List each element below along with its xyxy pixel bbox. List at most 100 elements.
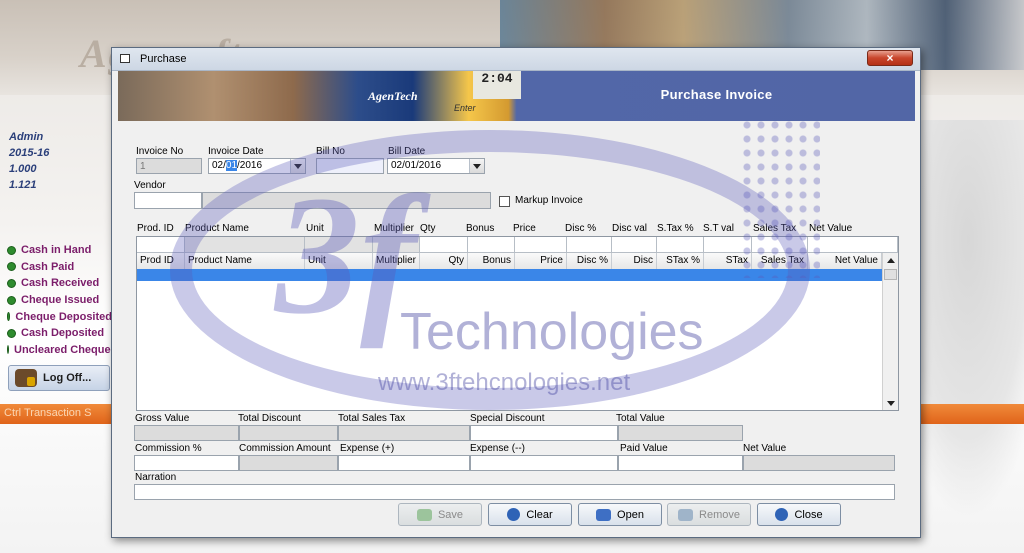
bullet-icon xyxy=(7,345,9,355)
expense-plus-field[interactable] xyxy=(338,455,470,471)
invoice-date-month-selected: 01 xyxy=(225,160,238,171)
narration-label: Narration xyxy=(135,472,177,483)
bullet-icon xyxy=(7,262,16,272)
entry-disc-val[interactable] xyxy=(612,237,657,253)
banner-clock: 2:04 xyxy=(473,71,521,99)
grid-col-header[interactable]: Sales Tax xyxy=(752,253,808,269)
bill-date-picker[interactable]: 02/01/2016 xyxy=(387,158,485,174)
entry-header: S.Tax % xyxy=(657,223,694,234)
entry-header: Unit xyxy=(306,223,324,234)
entry-prod-id[interactable] xyxy=(137,237,185,253)
entry-qty[interactable] xyxy=(420,237,468,253)
grid-col-header[interactable]: Multiplier xyxy=(373,253,420,269)
bill-no-label: Bill No xyxy=(316,146,345,157)
window-title: Purchase xyxy=(140,53,187,65)
entry-header: Bonus xyxy=(466,223,495,234)
grid-col-header[interactable]: Qty xyxy=(420,253,468,269)
grid-col-header[interactable]: Prod ID xyxy=(137,253,185,269)
special-discount-label: Special Discount xyxy=(470,413,545,424)
menu-uncleared-cheques[interactable]: Uncleared Cheques xyxy=(7,342,112,359)
entry-stax-pct[interactable] xyxy=(657,237,704,253)
entry-stax-val[interactable] xyxy=(704,237,752,253)
window-titlebar[interactable]: Purchase × xyxy=(112,48,920,71)
expense-minus-field[interactable] xyxy=(470,455,618,471)
clear-icon xyxy=(507,508,521,521)
grid-col-header[interactable]: Disc xyxy=(612,253,657,269)
grid-col-header[interactable]: Product Name xyxy=(185,253,305,269)
entry-bonus[interactable] xyxy=(468,237,515,253)
special-discount-field[interactable] xyxy=(470,425,618,441)
gross-value-label: Gross Value xyxy=(135,413,190,424)
purchase-window: Purchase × AgenTech 2:04 Enter Purchase … xyxy=(111,47,921,538)
entry-header: Price xyxy=(513,223,536,234)
total-sales-tax-field xyxy=(338,425,470,441)
scroll-thumb[interactable] xyxy=(884,269,897,280)
grid-vertical-scrollbar[interactable] xyxy=(882,253,898,410)
invoice-no-field[interactable]: 1 xyxy=(136,158,202,174)
grid-col-header[interactable]: Disc % xyxy=(567,253,612,269)
markup-invoice-checkbox[interactable] xyxy=(499,196,510,207)
entry-header: Sales Tax xyxy=(753,223,797,234)
entry-net-value[interactable] xyxy=(808,237,898,253)
net-value-label: Net Value xyxy=(743,443,787,454)
side-menu: Cash in Hand Cash Paid Cash Received Che… xyxy=(7,242,112,358)
grid-col-header[interactable]: Net Value xyxy=(808,253,882,269)
remove-button[interactable]: Remove xyxy=(667,503,751,526)
entry-product-name xyxy=(185,237,305,253)
session-info: Admin 2015-16 1.000 1.121 xyxy=(9,129,49,193)
menu-cash-received[interactable]: Cash Received xyxy=(7,275,112,292)
scroll-up-icon[interactable] xyxy=(887,258,895,263)
entry-price[interactable] xyxy=(515,237,567,253)
grid-col-header[interactable]: Bonus xyxy=(468,253,515,269)
grid-col-header[interactable]: STax xyxy=(704,253,752,269)
open-button[interactable]: Open xyxy=(578,503,662,526)
grid-selected-row[interactable] xyxy=(137,269,882,281)
items-grid[interactable]: Prod ID Product Name Unit Multiplier Qty… xyxy=(136,236,899,411)
bullet-icon xyxy=(7,328,16,338)
commission-pct-field[interactable] xyxy=(134,455,239,471)
entry-sales-tax[interactable] xyxy=(752,237,808,253)
grid-col-header[interactable]: STax % xyxy=(657,253,704,269)
total-sales-tax-label: Total Sales Tax xyxy=(338,413,406,424)
paid-value-field[interactable] xyxy=(618,455,743,471)
chevron-down-icon[interactable] xyxy=(469,159,484,173)
commission-amount-label: Commission Amount xyxy=(239,443,331,454)
logoff-label: Log Off... xyxy=(43,372,92,384)
menu-cash-paid[interactable]: Cash Paid xyxy=(7,259,112,276)
close-icon xyxy=(775,508,789,521)
narration-field[interactable] xyxy=(134,484,895,500)
version-1: 1.000 xyxy=(9,163,37,175)
entry-header: Net Value xyxy=(809,223,853,234)
total-value-field xyxy=(618,425,743,441)
total-value-label: Total Value xyxy=(616,413,665,424)
close-button[interactable]: Close xyxy=(757,503,841,526)
menu-cheque-issued[interactable]: Cheque Issued xyxy=(7,292,112,309)
banner-title: Purchase Invoice xyxy=(660,87,773,102)
logoff-button[interactable]: Log Off... xyxy=(8,365,110,391)
invoice-no-label: Invoice No xyxy=(136,146,184,157)
clear-button[interactable]: Clear xyxy=(488,503,572,526)
menu-cash-deposited[interactable]: Cash Deposited xyxy=(7,325,112,342)
menu-cheque-deposited[interactable]: Cheque Deposited xyxy=(7,308,112,325)
window-close-button[interactable]: × xyxy=(867,50,913,66)
scroll-down-icon[interactable] xyxy=(887,401,895,406)
entry-disc-pct[interactable] xyxy=(567,237,612,253)
invoice-date-picker[interactable]: 02/01/2016 xyxy=(208,158,306,174)
entry-header-row: Prod. ID Product Name Unit Multiplier Qt… xyxy=(136,223,899,235)
grid-col-header[interactable]: Unit xyxy=(305,253,373,269)
paid-value-label: Paid Value xyxy=(620,443,668,454)
bill-no-field[interactable] xyxy=(316,158,384,174)
entry-multiplier xyxy=(373,237,420,253)
header-banner: AgenTech 2:04 Enter Purchase Invoice xyxy=(118,71,915,121)
save-button[interactable]: Save xyxy=(398,503,482,526)
entry-header: Qty xyxy=(420,223,436,234)
markup-invoice-label: Markup Invoice xyxy=(515,195,583,206)
vendor-code-field[interactable] xyxy=(134,192,202,209)
chevron-down-icon[interactable] xyxy=(290,159,305,173)
commission-amount-field xyxy=(239,455,338,471)
menu-cash-in-hand[interactable]: Cash in Hand xyxy=(7,242,112,259)
remove-icon xyxy=(678,508,694,521)
grid-col-header[interactable]: Price xyxy=(515,253,567,269)
entry-header: Disc % xyxy=(565,223,597,234)
total-discount-field xyxy=(239,425,338,441)
